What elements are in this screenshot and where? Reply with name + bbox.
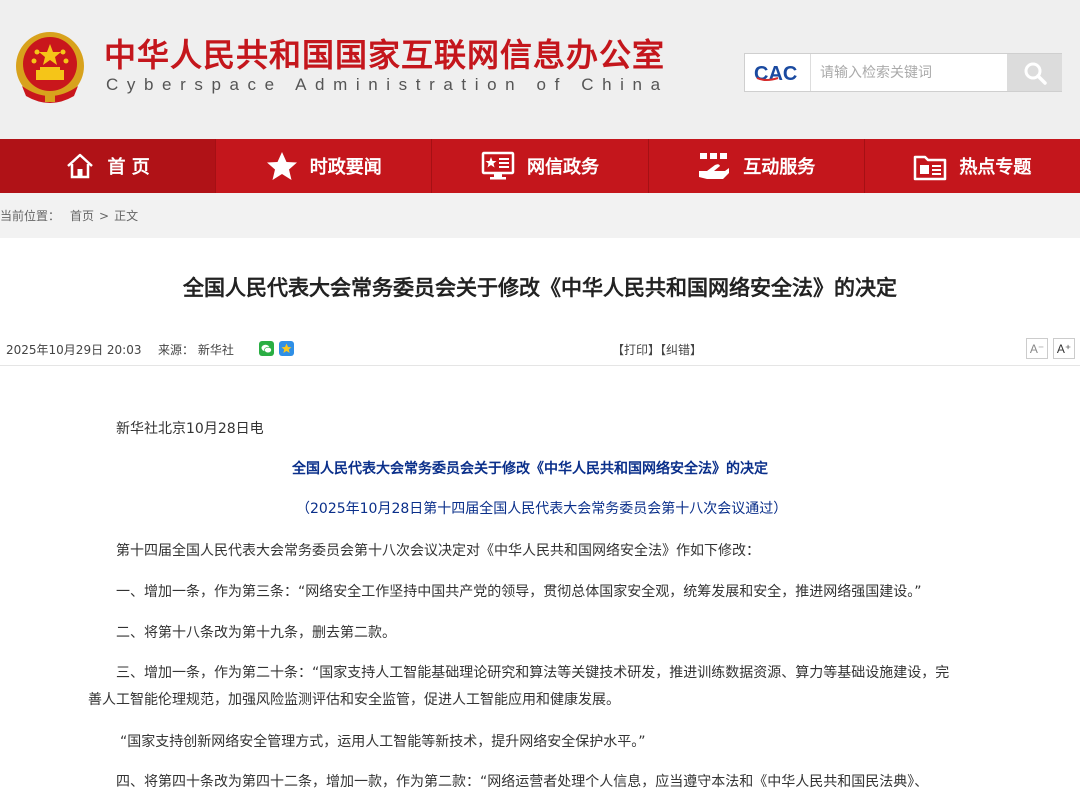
wechat-share-icon[interactable] bbox=[259, 341, 274, 356]
report-error-link[interactable]: 【纠错】 bbox=[660, 343, 702, 357]
paragraph: 一、增加一条，作为第三条：“网络安全工作坚持中国共产党的领导，贯彻总体国家安全观… bbox=[116, 584, 922, 600]
nav-item-label: 网信政务 bbox=[527, 157, 599, 178]
nav-item-interactive[interactable]: 互动服务 bbox=[649, 139, 865, 193]
decision-subheading: （2025年10月28日第十四届全国人民代表大会常务委员会第十八次会议通过） bbox=[296, 501, 788, 517]
national-emblem-icon bbox=[16, 32, 84, 103]
cac-logo-text: CAC bbox=[754, 63, 797, 84]
search-box: CAC bbox=[744, 53, 1062, 92]
decision-heading: 全国人民代表大会常务委员会关于修改《中华人民共和国网络安全法》的决定 bbox=[292, 461, 768, 477]
breadcrumb-home-link[interactable]: 首页 bbox=[70, 207, 94, 224]
breadcrumb-prefix: 当前位置： bbox=[0, 209, 61, 223]
font-decrease-button[interactable]: A⁻ bbox=[1026, 338, 1048, 359]
search-button[interactable] bbox=[1007, 54, 1062, 91]
qzone-share-icon[interactable] bbox=[279, 341, 294, 356]
paragraph: 二、将第十八条改为第十九条，删去第二款。 bbox=[116, 625, 396, 641]
nav-item-label: 互动服务 bbox=[743, 157, 816, 178]
site-header: 中华人民共和国国家互联网信息办公室 Cyberspace Administrat… bbox=[0, 0, 1080, 139]
paragraph: “国家支持创新网络安全管理方式，运用人工智能等新技术，提升网络安全保护水平。” bbox=[120, 734, 646, 750]
cac-logo-icon: CAC bbox=[754, 63, 797, 84]
article-meta: 2025年10月29日 20:03 来源： 新华社 【打印】【纠错】 A⁻ A⁺ bbox=[0, 332, 1080, 366]
folder-icon bbox=[914, 155, 947, 181]
nav-item-label: 首 页 bbox=[107, 157, 150, 178]
nav-item-government[interactable]: 网信政务 bbox=[432, 139, 649, 193]
search-icon bbox=[1024, 62, 1047, 85]
main-nav: 首 页 时政要闻 网信政务 互动服务 热点专题 bbox=[0, 139, 1080, 193]
nav-item-label: 热点专题 bbox=[959, 157, 1032, 178]
paragraph: 第十四届全国人民代表大会常务委员会第十八次会议决定对《中华人民共和国网络安全法》… bbox=[116, 543, 760, 559]
paragraph: 善人工智能伦理规范，加强风险监测评估和安全监管，促进人工智能应用和健康发展。 bbox=[88, 692, 620, 708]
star-icon bbox=[266, 152, 297, 180]
site-subtitle: Cyberspace Administration of China bbox=[106, 75, 669, 94]
breadcrumb-current: 正文 bbox=[114, 209, 139, 223]
nav-item-home[interactable]: 首 页 bbox=[0, 139, 217, 193]
breadcrumb-separator: > bbox=[99, 208, 110, 223]
publish-date: 2025年10月29日 20:03 bbox=[6, 343, 142, 357]
nav-item-label: 时政要闻 bbox=[309, 157, 382, 178]
nav-item-topics[interactable]: 热点专题 bbox=[865, 139, 1080, 193]
monitor-icon bbox=[481, 151, 515, 180]
article-actions: 【打印】【纠错】 bbox=[612, 341, 702, 358]
font-increase-button[interactable]: A⁺ bbox=[1053, 338, 1075, 359]
site-title[interactable]: 中华人民共和国国家互联网信息办公室 bbox=[104, 30, 665, 76]
article-title: 全国人民代表大会常务委员会关于修改《中华人民共和国网络安全法》的决定 bbox=[183, 276, 897, 300]
nav-item-news[interactable]: 时政要闻 bbox=[216, 139, 433, 193]
hand-icon bbox=[699, 153, 730, 179]
paragraph: 四、将第四十条改为第四十二条，增加一款，作为第二款：“网络运营者处理个人信息，应… bbox=[116, 774, 929, 790]
breadcrumb: 当前位置： 首页 > 正文 bbox=[0, 193, 1080, 238]
paragraph: 三、增加一条，作为第二十条：“国家支持人工智能基础理论研究和算法等关键技术研发，… bbox=[116, 665, 950, 681]
home-icon bbox=[67, 153, 94, 179]
search-input[interactable] bbox=[812, 54, 1007, 91]
article-source: 来源： 新华社 bbox=[158, 343, 234, 357]
dateline: 新华社北京10月28日电 bbox=[116, 421, 264, 437]
print-link[interactable]: 【打印】 bbox=[612, 343, 660, 357]
cac-logo: CAC bbox=[745, 54, 811, 91]
